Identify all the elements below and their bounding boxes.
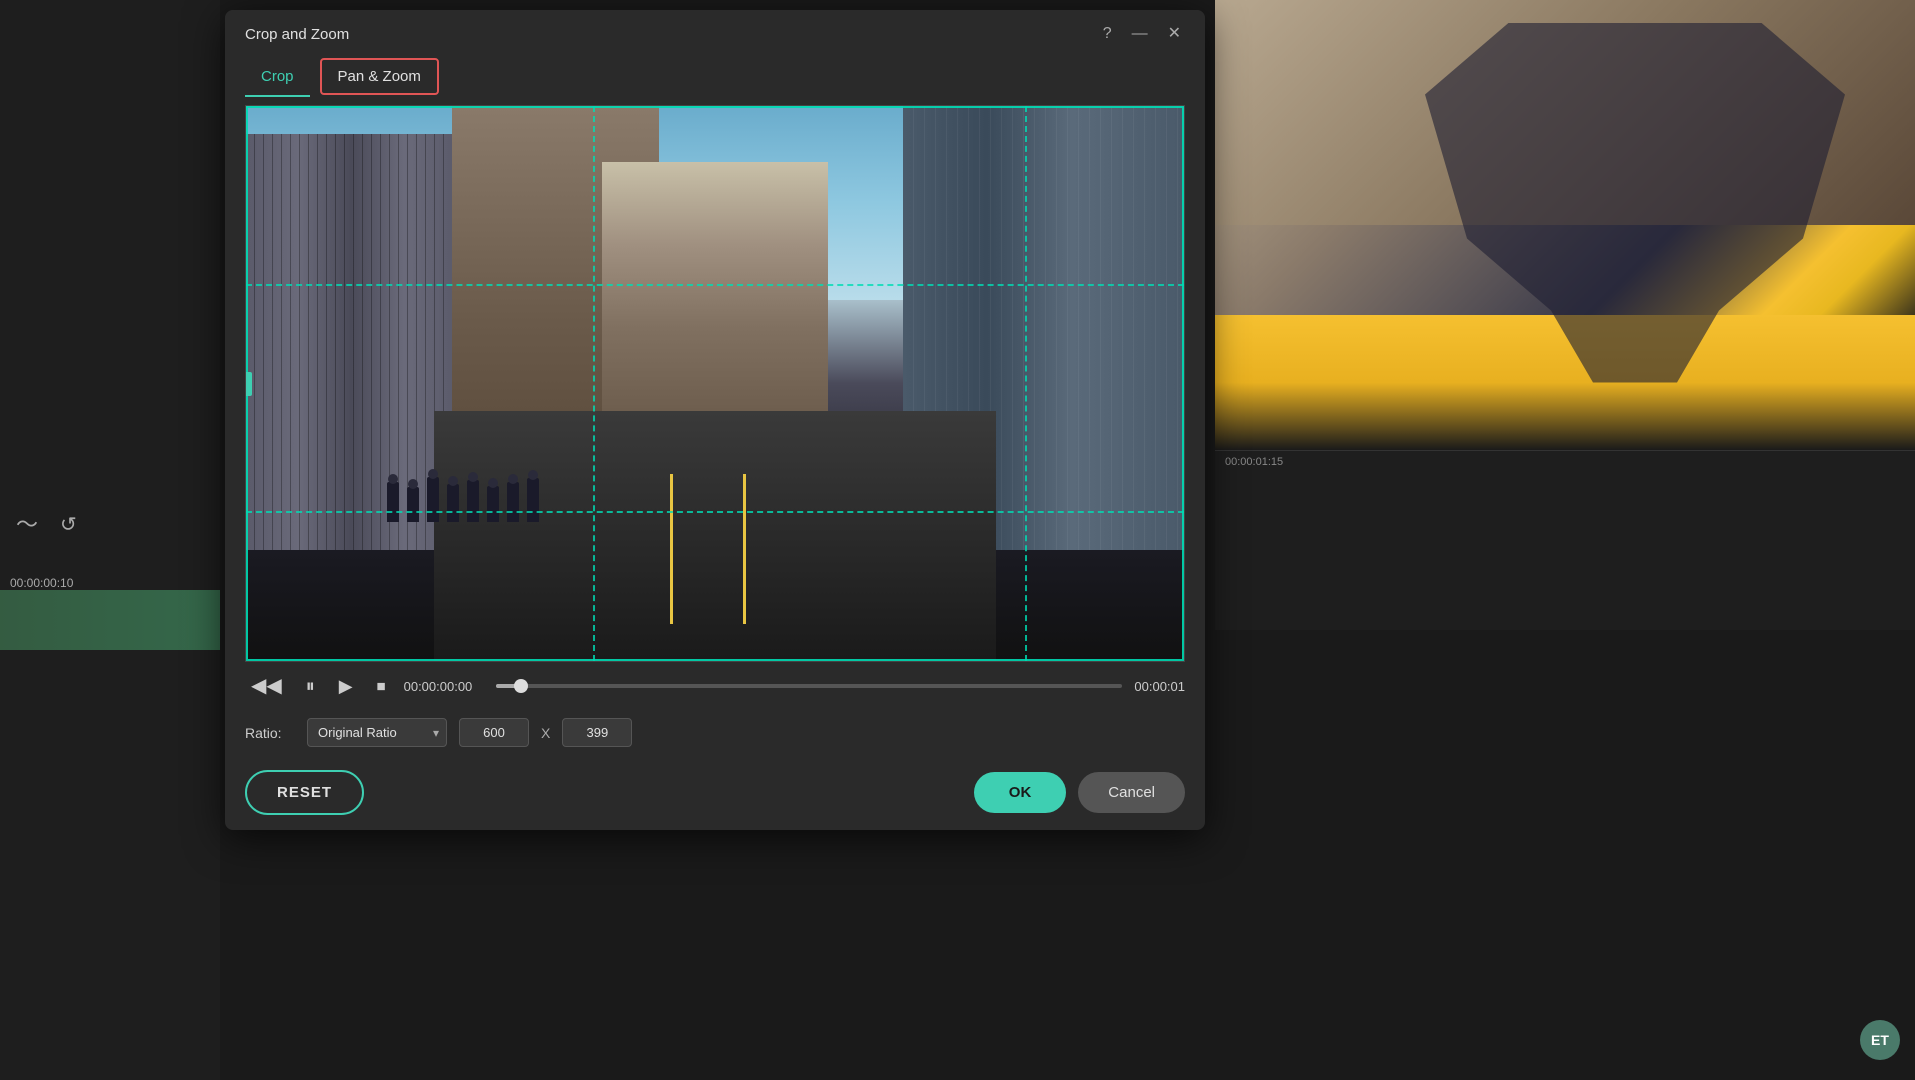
tab-crop[interactable]: Crop bbox=[245, 58, 310, 95]
people-area bbox=[387, 384, 1044, 523]
stop-button[interactable]: ⏹ bbox=[371, 673, 392, 699]
playback-controls: ◀◀ ⏸ ▶ ⏹ 00:00:00:00 00:00:01 bbox=[225, 662, 1205, 710]
left-panel: 00:00:00:10 〜 ↺ bbox=[0, 0, 220, 1080]
video-timeline-slider[interactable] bbox=[496, 684, 1123, 688]
right-preview bbox=[1215, 0, 1915, 450]
waveform-button[interactable]: 〜 bbox=[10, 510, 44, 540]
timeline-track-left[interactable] bbox=[0, 590, 220, 650]
dialog-title: Crop and Zoom bbox=[245, 26, 349, 43]
play-button[interactable]: ▶ bbox=[333, 673, 359, 699]
skater-preview-image bbox=[1215, 0, 1915, 450]
right-timestamp: 00:00:01:15 bbox=[1225, 456, 1283, 468]
ok-button[interactable]: OK bbox=[974, 772, 1067, 813]
dialog-tabs: Crop Pan & Zoom bbox=[225, 58, 1205, 95]
city-scene bbox=[246, 106, 1184, 661]
person-5 bbox=[467, 480, 479, 522]
titlebar-buttons: ? — ✕ bbox=[1099, 22, 1185, 46]
right-timeline-ruler: 00:00:01:15 bbox=[1215, 451, 1915, 473]
person-7 bbox=[507, 482, 519, 522]
loop-button[interactable]: ↺ bbox=[54, 511, 83, 539]
person-3 bbox=[427, 477, 439, 522]
person-8 bbox=[527, 478, 539, 522]
timeline-timestamp-left: 00:00:00:10 bbox=[10, 576, 73, 590]
person-4 bbox=[447, 484, 459, 522]
step-back-button[interactable]: ⏸ bbox=[300, 673, 321, 699]
current-time: 00:00:00:00 bbox=[404, 679, 484, 694]
dimension-separator: X bbox=[541, 725, 550, 741]
ratio-row: Ratio: Original Ratio 16:9 4:3 1:1 9:16 … bbox=[225, 710, 1205, 755]
ratio-select[interactable]: Original Ratio 16:9 4:3 1:1 9:16 Custom bbox=[307, 718, 447, 747]
avatar[interactable]: ET bbox=[1860, 1020, 1900, 1060]
help-button[interactable]: ? bbox=[1099, 22, 1116, 46]
person-2 bbox=[407, 487, 419, 522]
tab-pan-zoom[interactable]: Pan & Zoom bbox=[320, 58, 439, 95]
close-button[interactable]: ✕ bbox=[1164, 22, 1185, 46]
video-preview-area[interactable] bbox=[245, 105, 1185, 662]
ratio-select-wrapper[interactable]: Original Ratio 16:9 4:3 1:1 9:16 Custom bbox=[307, 718, 447, 747]
width-input[interactable] bbox=[459, 718, 529, 747]
dialog-footer: RESET OK Cancel bbox=[225, 755, 1205, 830]
rewind-button[interactable]: ◀◀ bbox=[245, 672, 288, 700]
crop-zoom-dialog: Crop and Zoom ? — ✕ Crop Pan & Zoom bbox=[225, 10, 1205, 830]
height-input[interactable] bbox=[562, 718, 632, 747]
ratio-label: Ratio: bbox=[245, 725, 295, 741]
person-6 bbox=[487, 486, 499, 522]
right-timeline: 00:00:01:15 bbox=[1215, 450, 1915, 630]
footer-right: OK Cancel bbox=[974, 772, 1185, 813]
timeline-thumb[interactable] bbox=[514, 679, 528, 693]
minimize-button[interactable]: — bbox=[1128, 22, 1152, 46]
cancel-button[interactable]: Cancel bbox=[1078, 772, 1185, 813]
reset-button[interactable]: RESET bbox=[245, 770, 364, 815]
person-1 bbox=[387, 482, 399, 522]
dialog-titlebar: Crop and Zoom ? — ✕ bbox=[225, 10, 1205, 58]
video-background bbox=[246, 106, 1184, 661]
end-time: 00:00:01 bbox=[1134, 679, 1185, 694]
